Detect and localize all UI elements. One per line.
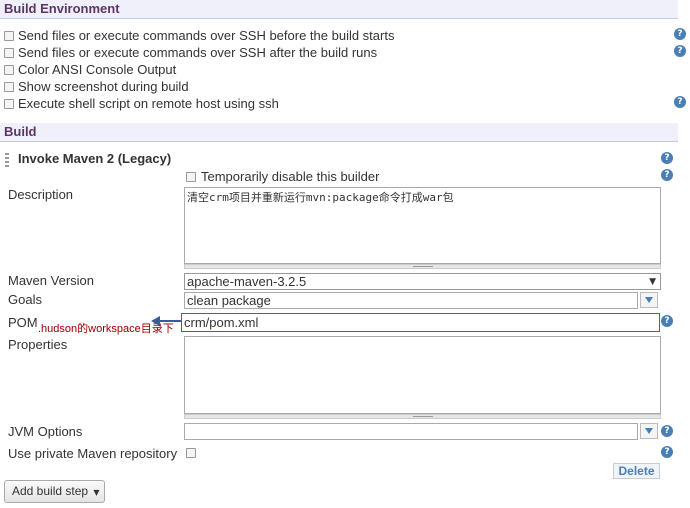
description-textarea[interactable]: 清空crm项目并重新运行mvn:package命令打成war包 bbox=[184, 187, 661, 264]
goals-input[interactable]: clean package bbox=[184, 292, 638, 309]
maven-version-select[interactable]: apache-maven-3.2.5 ▼ bbox=[184, 273, 661, 290]
help-icon[interactable]: ? bbox=[674, 45, 686, 57]
build-environment-header: Build Environment bbox=[0, 0, 678, 19]
color-ansi-label: Color ANSI Console Output bbox=[18, 62, 177, 77]
remote-shell-checkbox[interactable] bbox=[4, 99, 14, 109]
add-build-step-button[interactable]: Add build step ▼ bbox=[4, 480, 105, 503]
properties-resize-handle[interactable] bbox=[184, 414, 661, 419]
ssh-before-build-label: Send files or execute commands over SSH … bbox=[18, 28, 395, 43]
properties-textarea[interactable] bbox=[184, 336, 661, 414]
chevron-down-icon: ▼ bbox=[93, 488, 100, 497]
pom-input[interactable]: crm/pom.xml bbox=[181, 313, 660, 332]
ssh-before-build-checkbox[interactable] bbox=[4, 31, 14, 41]
remote-shell-label: Execute shell script on remote host usin… bbox=[18, 96, 279, 111]
pom-value: crm/pom.xml bbox=[184, 315, 259, 330]
maven-version-value: apache-maven-3.2.5 bbox=[187, 274, 307, 289]
description-label: Description bbox=[8, 187, 74, 202]
goals-label: Goals bbox=[8, 292, 42, 307]
ssh-after-build-checkbox[interactable] bbox=[4, 48, 14, 58]
jvm-options-expand-button[interactable] bbox=[640, 423, 658, 439]
properties-label: Properties bbox=[8, 337, 68, 352]
help-icon[interactable]: ? bbox=[661, 425, 673, 437]
help-icon[interactable]: ? bbox=[661, 446, 673, 458]
help-icon[interactable]: ? bbox=[661, 152, 673, 164]
disable-builder-checkbox[interactable] bbox=[186, 172, 196, 182]
annotation-arrow-icon bbox=[151, 316, 182, 326]
private-repo-checkbox[interactable] bbox=[186, 448, 196, 458]
goals-value: clean package bbox=[187, 293, 271, 308]
jvm-options-label: JVM Options bbox=[8, 424, 83, 439]
add-build-step-label: Add build step bbox=[12, 484, 89, 498]
pom-label: POM bbox=[8, 315, 38, 330]
build-header: Build bbox=[0, 123, 678, 142]
goals-expand-button[interactable] bbox=[640, 292, 658, 308]
help-icon[interactable]: ? bbox=[661, 315, 673, 327]
color-ansi-checkbox[interactable] bbox=[4, 65, 14, 75]
drag-handle-icon[interactable] bbox=[5, 153, 9, 167]
build-environment-title: Build Environment bbox=[4, 1, 120, 16]
disable-builder-label: Temporarily disable this builder bbox=[201, 169, 380, 184]
description-value: 清空crm项目并重新运行mvn:package命令打成war包 bbox=[187, 191, 454, 204]
show-screenshot-label: Show screenshot during build bbox=[18, 79, 189, 94]
maven-version-label: Maven Version bbox=[8, 273, 94, 288]
private-repo-label: Use private Maven repository bbox=[8, 446, 178, 461]
help-icon[interactable]: ? bbox=[674, 96, 686, 108]
help-icon[interactable]: ? bbox=[674, 28, 686, 40]
chevron-down-icon: ▼ bbox=[649, 277, 656, 287]
build-step-title: Invoke Maven 2 (Legacy) bbox=[18, 151, 172, 166]
show-screenshot-checkbox[interactable] bbox=[4, 82, 14, 92]
ssh-after-build-label: Send files or execute commands over SSH … bbox=[18, 45, 378, 60]
build-title: Build bbox=[4, 124, 37, 139]
help-icon[interactable]: ? bbox=[661, 169, 673, 181]
jvm-options-input[interactable] bbox=[184, 423, 638, 440]
delete-button[interactable]: Delete bbox=[613, 463, 660, 479]
description-resize-handle[interactable] bbox=[184, 264, 661, 269]
